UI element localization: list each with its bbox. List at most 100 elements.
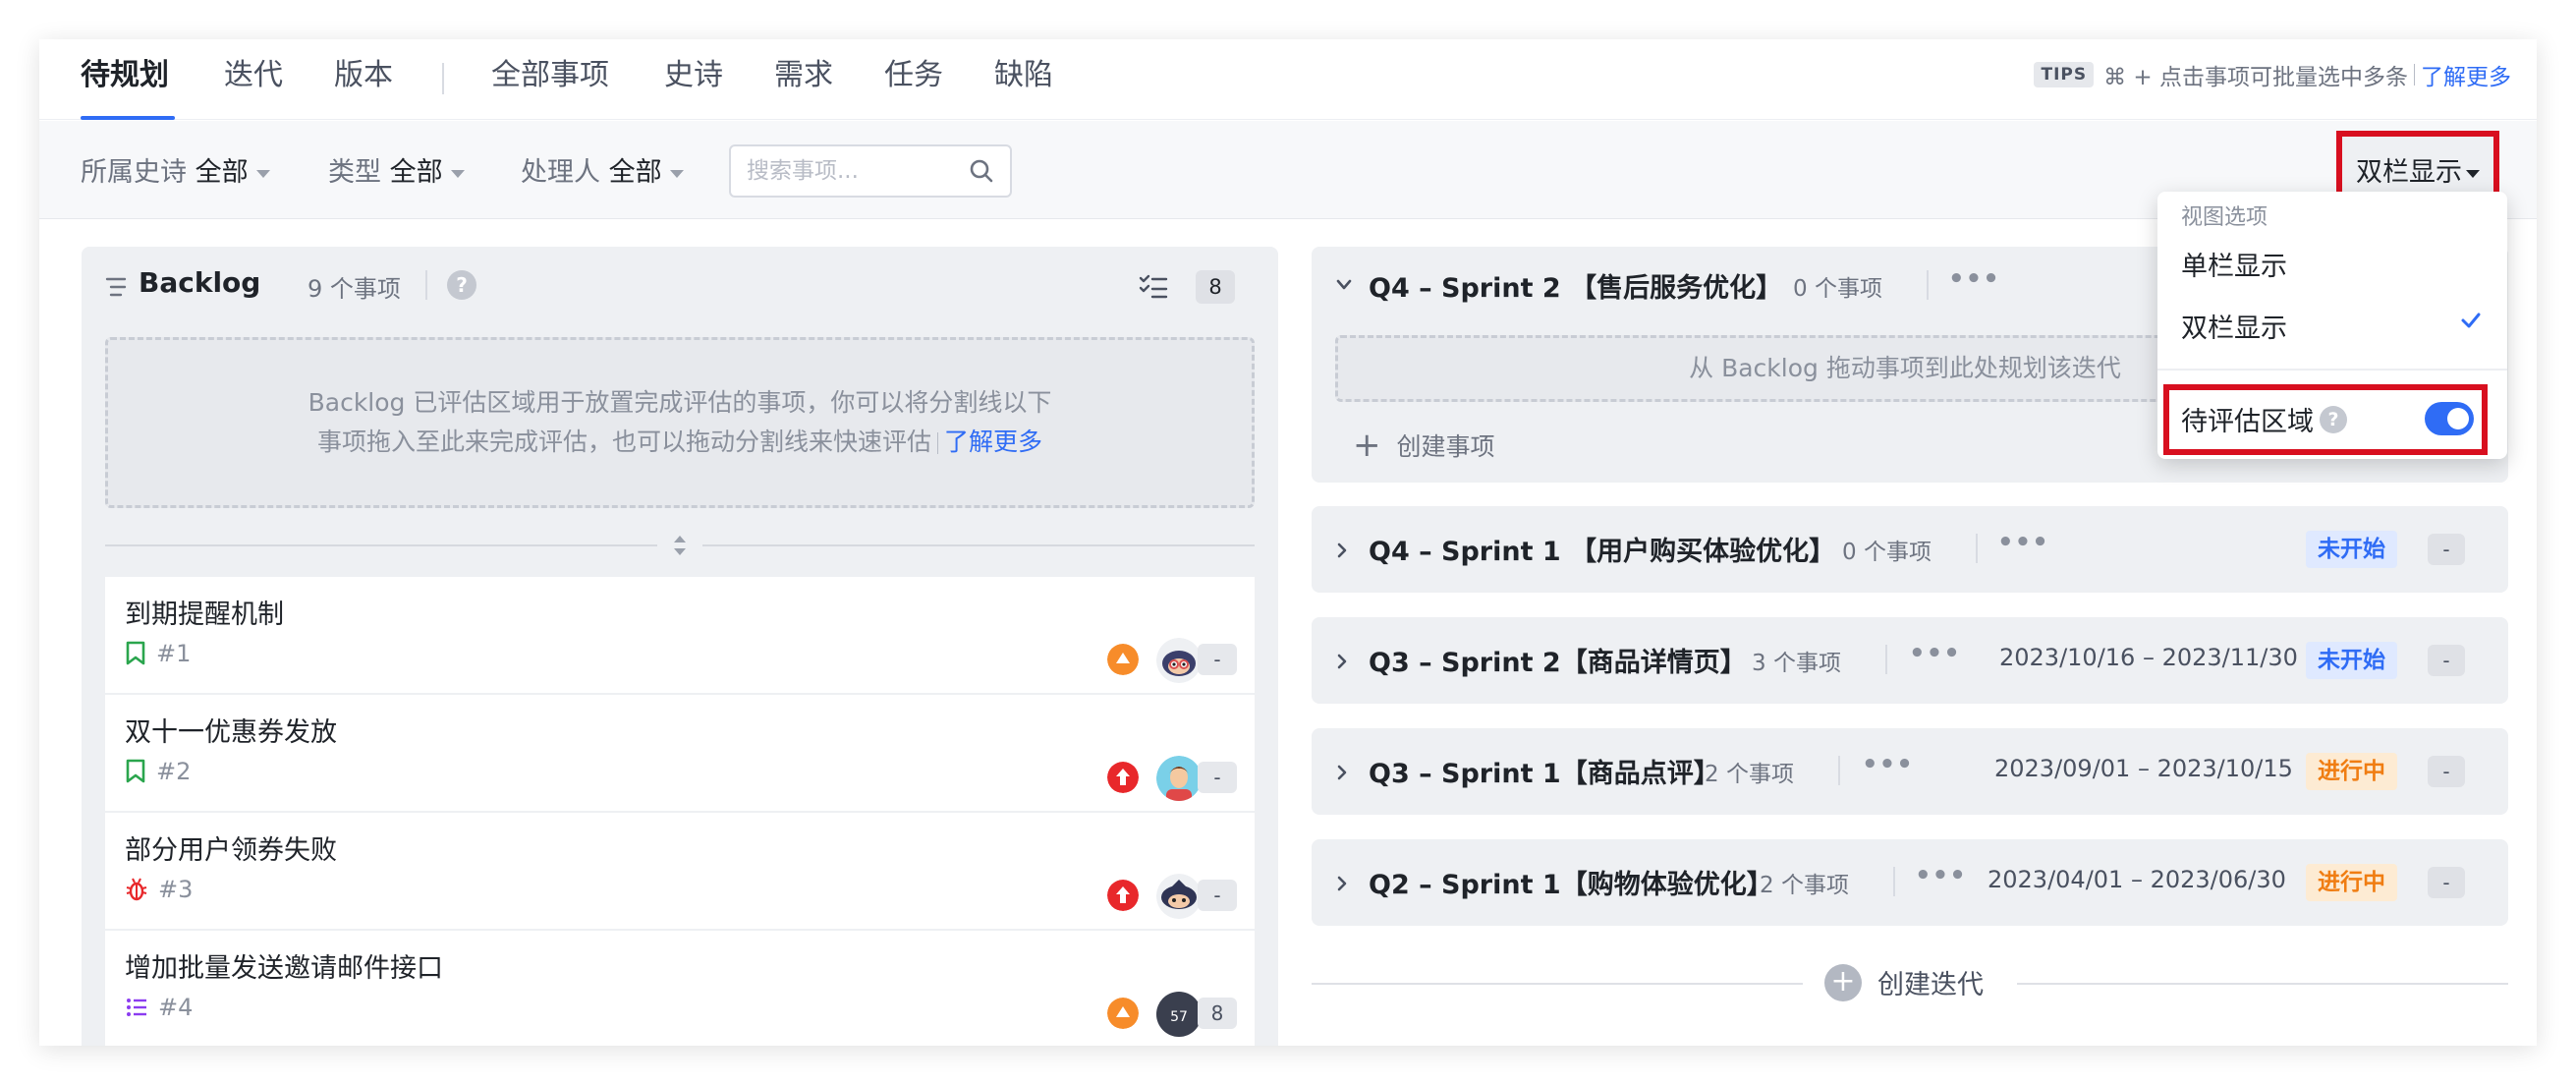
issue-title[interactable]: 增加批量发送邀请邮件接口 (125, 946, 443, 985)
caret-down-icon (450, 169, 465, 178)
plus-icon: + (1353, 426, 1381, 465)
sprint-title[interactable]: Q3 – Sprint 2【商品详情页】 (1369, 641, 1747, 679)
estimate-total-badge: 8 (1196, 270, 1235, 304)
nav-separator (442, 63, 444, 94)
chevron-right-icon[interactable] (1335, 875, 1349, 892)
estimate-badge[interactable]: - (1198, 762, 1237, 793)
assessed-dropzone[interactable]: Backlog 已评估区域用于放置完成评估的事项，你可以将分割线以下 事项拖入至… (105, 337, 1255, 508)
checklist-icon[interactable] (1139, 274, 1168, 300)
issue-title[interactable]: 部分用户领券失败 (125, 828, 337, 867)
status-badge: 进行中 (2306, 864, 2397, 901)
avatar[interactable] (1156, 756, 1202, 801)
backlog-count: 9 个事项 (308, 275, 401, 303)
tab-defect[interactable]: 缺陷 (994, 54, 1053, 97)
tips-badge: TIPS (2034, 62, 2095, 87)
issue-id: #2 (156, 758, 192, 785)
sprint-card[interactable]: Q4 – Sprint 1 【用户购买体验优化】 0 个事项 ••• 未开始 - (1312, 506, 2508, 593)
avatar[interactable] (1156, 874, 1202, 919)
type-filter[interactable]: 类型 全部 (328, 150, 465, 189)
help-icon[interactable]: ? (447, 270, 476, 300)
estimate-badge[interactable]: 8 (1198, 998, 1237, 1029)
create-iteration-label: 创建迭代 (1877, 970, 1984, 1000)
menu-item-double-column[interactable]: 双栏显示 (2181, 307, 2287, 345)
sprint-title[interactable]: Q2 – Sprint 1【购物体验优化】 (1369, 863, 1773, 901)
epic-filter-label: 所属史诗 (81, 157, 187, 188)
more-icon[interactable]: ••• (1997, 528, 2049, 557)
chevron-right-icon[interactable] (1335, 764, 1349, 781)
menu-item-single-column[interactable]: 单栏显示 (2181, 245, 2287, 283)
tips-divider (2414, 64, 2415, 86)
tab-version[interactable]: 版本 (334, 54, 393, 97)
list-item[interactable]: 到期提醒机制 #1 - (105, 577, 1255, 695)
dropzone-text-line1: Backlog 已评估区域用于放置完成评估的事项，你可以将分割线以下 (308, 388, 1052, 417)
tab-epic[interactable]: 史诗 (664, 54, 723, 97)
priority-high-icon[interactable] (1107, 880, 1139, 911)
avatar-text: 57 (1170, 1009, 1188, 1025)
estimate-badge[interactable]: - (1198, 880, 1237, 911)
issue-meta: #1 (125, 640, 191, 667)
search-input[interactable] (747, 156, 963, 186)
epic-filter[interactable]: 所属史诗 全部 (81, 150, 270, 189)
avatar[interactable] (1156, 638, 1202, 683)
avatar[interactable]: 57 (1156, 992, 1202, 1037)
chevron-down-icon[interactable] (1335, 278, 1353, 292)
tab-planning[interactable]: 待规划 (81, 54, 169, 97)
more-icon[interactable]: ••• (1909, 639, 1961, 668)
sprint-title[interactable]: Q4 – Sprint 1 【用户购买体验优化】 (1369, 530, 1835, 568)
priority-medium-icon[interactable] (1107, 998, 1139, 1029)
issue-id: #1 (156, 640, 192, 667)
priority-high-icon[interactable] (1107, 762, 1139, 793)
create-issue-button[interactable]: + 创建事项 (1353, 428, 1495, 463)
sprint-date-range: 2023/10/16 – 2023/11/30 (1999, 644, 2298, 671)
tab-task[interactable]: 任务 (884, 54, 943, 97)
tab-all-items[interactable]: 全部事项 (491, 54, 609, 97)
more-icon[interactable]: ••• (1862, 750, 1914, 779)
help-icon[interactable]: ? (2320, 405, 2347, 433)
priority-medium-icon[interactable] (1107, 644, 1139, 675)
app-window: 待规划 迭代 版本 全部事项 史诗 需求 任务 缺陷 TIPS ⌘ + 点击事项… (39, 39, 2537, 1046)
pending-assessment-toggle[interactable] (2425, 402, 2474, 435)
search-icon[interactable] (969, 158, 994, 184)
issue-meta: #4 (125, 994, 193, 1021)
backlog-title: Backlog (139, 266, 261, 299)
sprint-title[interactable]: Q3 – Sprint 1【商品点评】 (1369, 752, 1720, 790)
assignee-filter[interactable]: 处理人 全部 (521, 150, 684, 189)
tips-learn-more-link[interactable]: 了解更多 (2421, 58, 2511, 91)
chevron-right-icon[interactable] (1335, 653, 1349, 670)
caret-down-icon (255, 169, 270, 178)
estimate-badge[interactable]: - (1198, 644, 1237, 675)
chevron-right-icon[interactable] (1335, 542, 1349, 559)
sprint-card[interactable]: Q3 – Sprint 1【商品点评】 2 个事项 ••• 2023/09/01… (1312, 728, 2508, 815)
menu-divider (2157, 369, 2507, 371)
issue-title[interactable]: 双十一优惠券发放 (125, 711, 337, 749)
bug-icon (126, 878, 147, 901)
sprint-card[interactable]: Q3 – Sprint 2【商品详情页】 3 个事项 ••• 2023/10/1… (1312, 617, 2508, 704)
issue-title[interactable]: 到期提醒机制 (125, 593, 284, 631)
sprint-title[interactable]: Q4 – Sprint 2 【售后服务优化】 (1369, 266, 1782, 305)
backlog-list-icon (105, 277, 127, 297)
list-item[interactable]: 增加批量发送邀请邮件接口 #4 57 8 (105, 931, 1255, 1046)
toggle-knob (2447, 408, 2469, 429)
estimate-badge: - (2428, 534, 2465, 565)
sprint-count: 3 个事项 (1752, 651, 1841, 676)
divider (1976, 534, 1978, 563)
more-icon[interactable]: ••• (1915, 861, 1967, 890)
list-item[interactable]: 双十一优惠券发放 #2 - (105, 695, 1255, 813)
divider (1838, 756, 1840, 785)
divider (937, 432, 938, 454)
create-iteration-button[interactable]: + 创建迭代 (1824, 963, 1984, 1001)
tab-requirement[interactable]: 需求 (774, 54, 833, 97)
dropzone-text-line2-wrap: 事项拖入至此来完成评估，也可以拖动分割线来快速评估 了解更多 (108, 423, 1252, 462)
type-filter-label: 类型 (328, 157, 381, 188)
dropzone-learn-more-link[interactable]: 了解更多 (944, 428, 1042, 456)
list-item[interactable]: 部分用户领券失败 #3 - (105, 813, 1255, 931)
drag-handle-icon[interactable] (672, 534, 688, 557)
plus-circle-icon: + (1824, 963, 1862, 1001)
tab-iteration[interactable]: 迭代 (224, 54, 283, 97)
more-icon[interactable]: ••• (1948, 264, 2000, 294)
sprint-date-range: 2023/09/01 – 2023/10/15 (1994, 755, 2293, 782)
pending-assessment-option[interactable]: 待评估区域 ? (2163, 384, 2488, 455)
top-nav: 待规划 迭代 版本 全部事项 史诗 需求 任务 缺陷 TIPS ⌘ + 点击事项… (39, 39, 2537, 120)
sprint-card[interactable]: Q2 – Sprint 1【购物体验优化】 2 个事项 ••• 2023/04/… (1312, 839, 2508, 926)
bookmark-icon (126, 759, 145, 783)
